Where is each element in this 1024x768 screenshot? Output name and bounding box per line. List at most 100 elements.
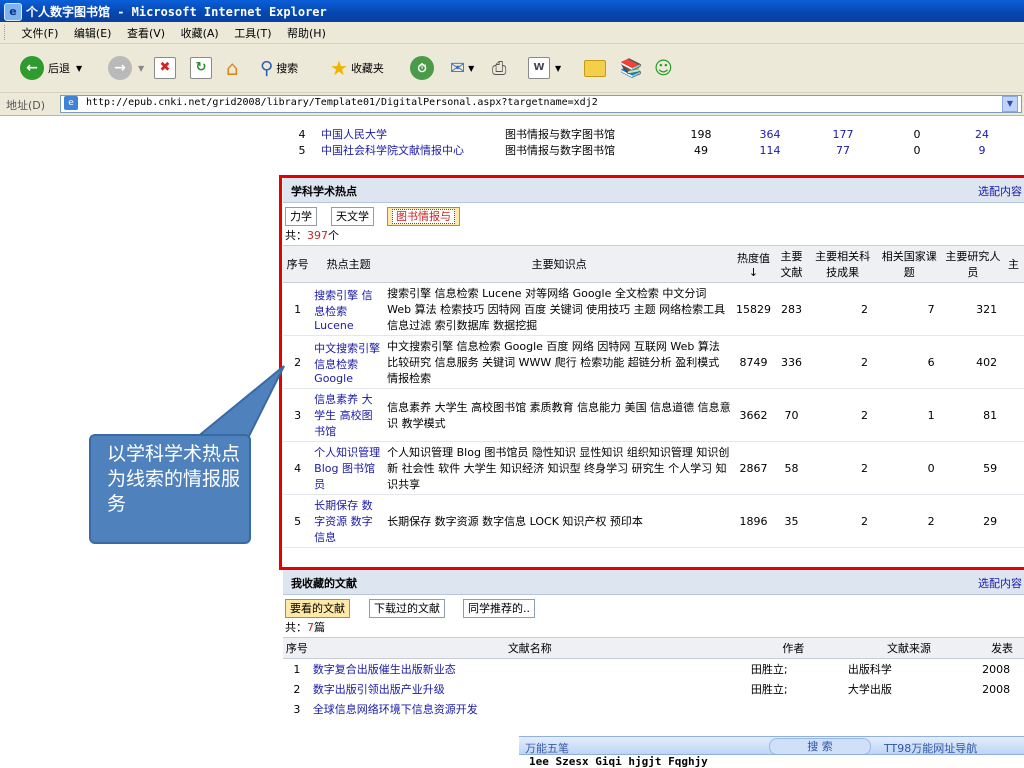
favorites-table: 序号 文献名称 作者 文献来源 发表 1 数字复合出版催生出版新业态 田胜立; … [283, 637, 1024, 719]
heat-value: 8749 [733, 335, 774, 389]
table-row: 4 中国人民大学 图书情报与数字图书馆 198 364 177 0 24 [283, 126, 1011, 142]
docs-count: 70 [773, 388, 810, 442]
document-link[interactable]: 全球信息网络环境下信息资源开发 [311, 699, 749, 719]
forward-button[interactable]: → ▼ [108, 54, 144, 82]
source-cell: 大学出版 [847, 683, 892, 696]
research-button[interactable]: 📚 [620, 54, 642, 82]
edit-button[interactable]: W ▼ [528, 54, 561, 82]
value-link[interactable]: 364 [735, 126, 805, 142]
back-dropdown-icon[interactable]: ▼ [76, 64, 82, 73]
value-link[interactable]: 24 [953, 126, 1011, 142]
menu-file[interactable]: 文件(F) [16, 22, 65, 41]
print-icon: ⎙ [492, 57, 507, 79]
researchers-count: 321 [942, 282, 1004, 336]
refresh-button[interactable]: ↻ [190, 54, 212, 82]
value-link[interactable]: 114 [735, 142, 805, 158]
stop-button[interactable]: ✖ [154, 54, 176, 82]
select-content-link[interactable]: 选配内容 [978, 575, 1022, 591]
knowledge-points: 搜索引擎 信息检索 Lucene 对等网络 Google 全文检索 中文分词 W… [385, 282, 734, 336]
knowledge-points: 个人知识管理 Blog 图书馆员 隐性知识 显性知识 组织知识管理 知识创新 社… [385, 441, 734, 495]
my-favorites-panel: 我收藏的文献 选配内容 要看的文献 下载过的文献 同学推荐的.. 共：7篇 序号… [283, 570, 1024, 719]
topic-link[interactable]: 个人知识管理 Blog 图书馆员 [312, 441, 386, 495]
menu-tools[interactable]: 工具(T) [228, 22, 277, 41]
print-button[interactable]: ⎙ [492, 54, 506, 82]
menu-favorites[interactable]: 收藏(A) [175, 22, 225, 41]
messenger-button[interactable]: ☺ [654, 54, 673, 82]
author-cell: 田胜立; [750, 683, 788, 696]
column-header-heat[interactable]: 热度值↓ [733, 245, 774, 283]
ime-candidate-bar: 1ee Szesx Giqi hjgjt Fqghjy [519, 754, 1024, 768]
tab-astronomy[interactable]: 天文学 [331, 207, 374, 226]
favorites-tabs: 要看的文献 下载过的文献 同学推荐的.. [283, 595, 1024, 619]
result-count: 共：7篇 [283, 619, 1024, 637]
document-link[interactable]: 数字复合出版催生出版新业态 [311, 659, 749, 680]
column-header: 文献来源 [837, 637, 981, 659]
favorites-button[interactable]: ★ 收藏夹 [330, 54, 384, 82]
tab-downloaded[interactable]: 下载过的文献 [369, 599, 445, 618]
institution-link[interactable]: 中国社会科学院文献情报中心 [321, 142, 505, 158]
column-header: 主要文献 [773, 245, 810, 283]
address-dropdown-icon[interactable]: ▼ [1002, 96, 1018, 112]
researchers-count: 59 [942, 441, 1004, 495]
column-header: 主要相关科技成果 [809, 245, 876, 283]
history-button[interactable]: ⏱ [410, 54, 434, 82]
row-number: 2 [293, 682, 301, 696]
table-row: 1 数字复合出版催生出版新业态 田胜立; 出版科学 2008 [283, 659, 1024, 680]
menu-help[interactable]: 帮助(H) [281, 22, 332, 41]
search-button[interactable]: ⚲ 搜索 [260, 54, 298, 82]
heat-value: 2867 [733, 441, 774, 495]
panel-title: 我收藏的文献 [291, 577, 357, 590]
ime-search-button[interactable]: 搜 索 [769, 738, 871, 755]
institution-link[interactable]: 中国人民大学 [321, 126, 505, 142]
mail-button[interactable]: ✉ ▼ [450, 54, 474, 82]
select-content-link[interactable]: 选配内容 [978, 183, 1022, 199]
research-icon: 📚 [620, 57, 643, 79]
researchers-count: 81 [942, 388, 1004, 442]
tab-library-science[interactable]: 图书情报与 [387, 207, 460, 226]
folder-icon [584, 59, 606, 77]
hot-topics-panel: 学科学术热点 选配内容 力学 天文学 图书情报与 共：397个 序号 热点主题 … [283, 178, 1024, 548]
tab-to-read[interactable]: 要看的文献 [285, 599, 350, 618]
column-header: 序号 [283, 637, 311, 659]
home-icon: ⌂ [226, 56, 239, 80]
column-header: 相关国家课题 [875, 245, 943, 283]
forward-dropdown-icon[interactable]: ▼ [138, 64, 144, 73]
document-link[interactable]: 数字出版引领出版产业升级 [311, 679, 749, 699]
count-value: 397 [307, 229, 328, 242]
knowledge-points: 中文搜索引擎 信息检索 Google 百度 网络 因特网 互联网 Web 算法 … [385, 335, 734, 389]
tab-recommended[interactable]: 同学推荐的.. [463, 599, 535, 618]
folder-button[interactable] [584, 54, 606, 82]
ie-logo-icon: e [4, 3, 22, 21]
value-cell: 49 [694, 143, 708, 157]
home-button[interactable]: ⌂ [226, 54, 239, 82]
topic-link[interactable]: 信息素养 大学生 高校图书馆 [312, 388, 386, 442]
title-bar: e 个人数字图书馆 - Microsoft Internet Explorer [0, 0, 1024, 22]
value-link[interactable]: 77 [805, 142, 881, 158]
annotation-callout: 以学科学术热点为线索的情报服务 [89, 434, 251, 544]
edit-dropdown-icon[interactable]: ▼ [555, 64, 561, 73]
achievements-count: 2 [809, 282, 876, 336]
menu-view[interactable]: 查看(V) [121, 22, 171, 41]
institution-table: 4 中国人民大学 图书情报与数字图书馆 198 364 177 0 24 5 中… [283, 126, 1011, 158]
value-link[interactable]: 9 [953, 142, 1011, 158]
topic-link[interactable]: 中文搜索引擎 信息检索 Google [312, 335, 386, 389]
projects-count: 0 [875, 441, 943, 495]
achievements-count: 2 [809, 388, 876, 442]
value-link[interactable]: 177 [805, 126, 881, 142]
topic-link[interactable]: 长期保存 数字资源 数字信息 [312, 494, 386, 548]
count-suffix: 个 [328, 229, 339, 242]
back-button[interactable]: ← 后退 ▼ [20, 54, 82, 82]
address-label: 地址(D) [6, 99, 46, 112]
count-suffix: 篇 [314, 621, 325, 634]
history-icon: ⏱ [410, 56, 434, 80]
mail-dropdown-icon[interactable]: ▼ [468, 64, 474, 73]
subject-cell: 图书情报与数字图书馆 [505, 144, 615, 157]
menu-edit[interactable]: 编辑(E) [68, 22, 118, 41]
ime-top-bar: 万能五笔 搜 索 TT98万能网址导航 [519, 736, 1024, 755]
topic-link[interactable]: 搜索引擎 信息检索 Lucene [312, 282, 386, 336]
edit-icon: W [528, 57, 550, 79]
ime-toolbar: 万能五笔 搜 索 TT98万能网址导航 1ee Szesx Giqi hjgjt… [519, 736, 1024, 768]
row-number: 3 [293, 702, 301, 716]
address-url[interactable]: http://epub.cnki.net/grid2008/library/Te… [86, 97, 598, 108]
docs-count: 35 [773, 494, 810, 548]
